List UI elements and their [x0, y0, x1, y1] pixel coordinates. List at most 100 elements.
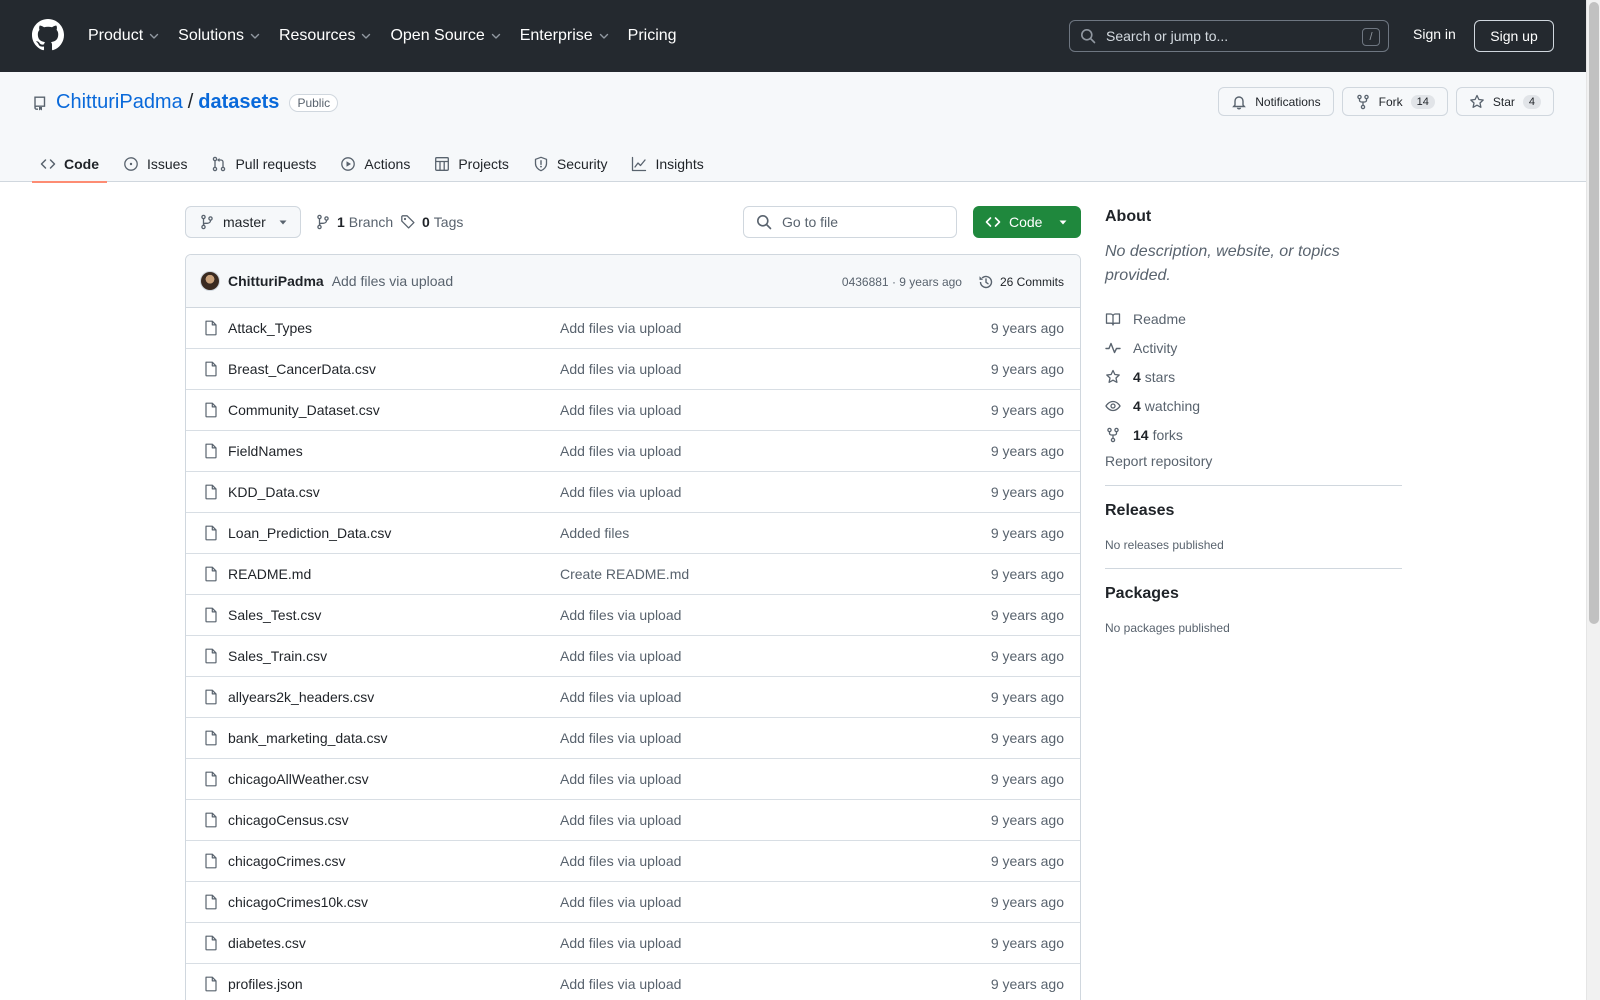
file-commit-age: 9 years ago [990, 484, 1064, 500]
commit-hash-age[interactable]: 0436881 · 9 years ago [842, 275, 962, 289]
file-name-link[interactable]: Community_Dataset.csv [228, 402, 380, 418]
file-commit-age: 9 years ago [990, 361, 1064, 377]
watchers-link[interactable]: 4 watching [1105, 391, 1402, 420]
file-commit-message-link[interactable]: Create README.md [560, 566, 689, 582]
file-name-link[interactable]: Sales_Test.csv [228, 607, 321, 623]
tab-actions[interactable]: Actions [332, 146, 418, 182]
stars-link[interactable]: 4 stars [1105, 362, 1402, 391]
visibility-badge: Public [289, 93, 339, 112]
nav-item-product[interactable]: Product [88, 27, 160, 45]
bell-icon [1231, 94, 1255, 110]
file-commit-message-link[interactable]: Add files via upload [560, 935, 681, 951]
file-commit-message-link[interactable]: Add files via upload [560, 443, 681, 459]
report-repository-link[interactable]: Report repository [1105, 453, 1402, 469]
go-to-file-input[interactable]: Go to file [743, 206, 957, 238]
table-row: bank_marketing_data.csv Add files via upl… [186, 718, 1080, 759]
file-name-link[interactable]: KDD_Data.csv [228, 484, 320, 500]
table-row: chicagoCrimes10k.csv Add files via upload… [186, 882, 1080, 923]
table-row: FieldNames Add files via upload 9 years ag… [186, 431, 1080, 472]
commit-author-link[interactable]: ChitturiPadma [228, 273, 324, 289]
file-icon [203, 443, 219, 459]
commit-message-link[interactable]: Add files via upload [332, 273, 453, 289]
file-name-link[interactable]: allyears2k_headers.csv [228, 689, 374, 705]
file-name-link[interactable]: README.md [228, 566, 311, 582]
pulse-icon [1105, 340, 1133, 356]
nav-item-label: Solutions [178, 27, 244, 44]
tab-pull-requests[interactable]: Pull requests [203, 146, 324, 182]
branches-link[interactable]: 1 Branch [315, 214, 393, 230]
nav-item-solutions[interactable]: Solutions [178, 27, 261, 45]
file-name-link[interactable]: chicagoCensus.csv [228, 812, 349, 828]
file-name-link[interactable]: chicagoCrimes10k.csv [228, 894, 368, 910]
tab-projects[interactable]: Projects [426, 146, 517, 182]
packages-heading[interactable]: Packages [1105, 585, 1402, 603]
file-name-link[interactable]: chicagoCrimes.csv [228, 853, 345, 869]
forks-link[interactable]: 14 forks [1105, 420, 1402, 449]
commits-count-label: 26 Commits [999, 274, 1064, 289]
global-search-input[interactable]: Search or jump to... / [1069, 20, 1389, 52]
nav-item-pricing[interactable]: Pricing [628, 27, 677, 45]
tab-issues[interactable]: Issues [115, 146, 195, 182]
file-name-link[interactable]: chicagoAllWeather.csv [228, 771, 369, 787]
file-commit-message-link[interactable]: Add files via upload [560, 361, 681, 377]
sign-up-button[interactable]: Sign up [1474, 20, 1554, 52]
page-scrollbar[interactable] [1586, 0, 1600, 1000]
file-icon [203, 853, 219, 869]
scrollbar-thumb[interactable] [1589, 2, 1599, 624]
file-name-link[interactable]: diabetes.csv [228, 935, 306, 951]
tag-count: 0 [422, 214, 430, 230]
branch-selector-button[interactable]: master [185, 206, 301, 238]
stars-count: 4 [1133, 368, 1141, 385]
tags-link[interactable]: 0 Tags [400, 214, 463, 230]
file-commit-message-link[interactable]: Add files via upload [560, 320, 681, 336]
repo-owner-link[interactable]: ChitturiPadma [56, 91, 183, 114]
chevron-down-icon [598, 30, 610, 42]
file-commit-message-link[interactable]: Add files via upload [560, 976, 681, 992]
file-icon [203, 566, 219, 582]
commits-history-link[interactable]: 26 Commits [978, 274, 1064, 290]
file-name-link[interactable]: Sales_Train.csv [228, 648, 327, 664]
file-commit-message-link[interactable]: Add files via upload [560, 894, 681, 910]
fork-icon [1355, 94, 1379, 110]
tab-code[interactable]: Code [32, 146, 107, 183]
caret-down-icon [278, 217, 288, 227]
notifications-button[interactable]: Notifications [1218, 87, 1334, 116]
avatar[interactable] [200, 271, 220, 291]
fork-button[interactable]: Fork 14 [1341, 87, 1448, 116]
file-name-link[interactable]: Loan_Prediction_Data.csv [228, 525, 391, 541]
file-commit-message-link[interactable]: Add files via upload [560, 730, 681, 746]
releases-heading[interactable]: Releases [1105, 502, 1402, 520]
sign-in-link[interactable]: Sign in [1413, 26, 1456, 42]
file-name-link[interactable]: Attack_Types [228, 320, 312, 336]
file-commit-message-link[interactable]: Add files via upload [560, 648, 681, 664]
file-commit-message-link[interactable]: Added files [560, 525, 629, 541]
file-commit-message-link[interactable]: Add files via upload [560, 402, 681, 418]
tab-security[interactable]: Security [525, 146, 616, 182]
nav-item-enterprise[interactable]: Enterprise [520, 27, 610, 45]
search-icon [756, 214, 772, 230]
tab-insights[interactable]: Insights [623, 146, 711, 182]
github-logo-icon[interactable] [32, 19, 64, 51]
nav-item-resources[interactable]: Resources [279, 27, 372, 45]
repo-name-link[interactable]: datasets [198, 91, 279, 114]
file-commit-message-link[interactable]: Add files via upload [560, 484, 681, 500]
code-dropdown-button[interactable]: Code [973, 206, 1081, 238]
file-commit-message-link[interactable]: Add files via upload [560, 771, 681, 787]
sidebar-divider [1105, 568, 1402, 569]
readme-link[interactable]: Readme [1105, 304, 1402, 333]
code-icon [40, 156, 64, 172]
file-commit-message-link[interactable]: Add files via upload [560, 689, 681, 705]
nav-item-open-source[interactable]: Open Source [390, 27, 501, 45]
file-commit-message-link[interactable]: Add files via upload [560, 607, 681, 623]
file-name-link[interactable]: profiles.json [228, 976, 303, 992]
file-name-link[interactable]: FieldNames [228, 443, 303, 459]
file-commit-message-link[interactable]: Add files via upload [560, 812, 681, 828]
sidebar-divider [1105, 485, 1402, 486]
file-commit-message-link[interactable]: Add files via upload [560, 853, 681, 869]
activity-link[interactable]: Activity [1105, 333, 1402, 362]
file-name-link[interactable]: bank_marketing_data.csv [228, 730, 388, 746]
file-commit-age: 9 years ago [990, 730, 1064, 746]
file-name-link[interactable]: Breast_CancerData.csv [228, 361, 376, 377]
commit-meta: 0436881 · 9 years ago 26 Commits [842, 255, 1064, 308]
star-button[interactable]: Star 4 [1455, 87, 1554, 116]
